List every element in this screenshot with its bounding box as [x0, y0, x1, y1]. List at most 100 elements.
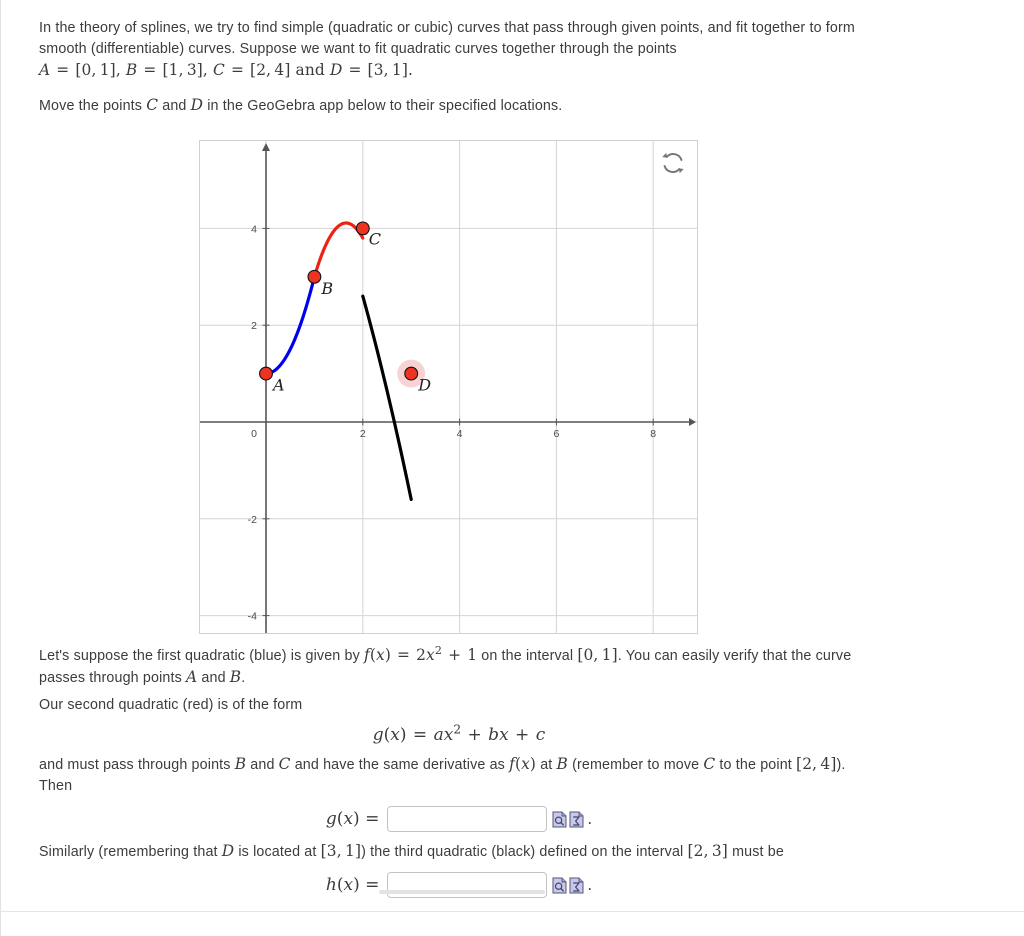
preview-magnifier-icon[interactable]	[552, 811, 567, 828]
draggable-point-B[interactable]	[307, 269, 322, 284]
page-bottom-divider	[1, 911, 1024, 912]
refresh-arrow-head-top	[662, 152, 667, 158]
ref-label-A: A	[186, 668, 198, 686]
x-tick-label: 8	[650, 428, 656, 440]
intro-line-1: In the theory of splines, we try to find…	[39, 20, 748, 36]
ref4-label-D: D	[221, 842, 235, 860]
gx-answer-row: g(x) = .	[39, 806, 879, 832]
explanation-paragraph-1: Let's suppose the first quadratic (blue)…	[39, 645, 879, 689]
hx-answer-input[interactable]	[387, 872, 548, 898]
ref-label-B: B	[229, 668, 242, 686]
x-tick-label: 0	[251, 428, 257, 440]
preview-magnifier-icon[interactable]	[552, 877, 567, 894]
p4-part-d: must be	[727, 844, 784, 860]
p1-part-a: Let's suppose the first quadratic (blue)…	[39, 648, 365, 664]
p3-part-e: (remember to move	[567, 757, 704, 773]
p4-part-a: Similarly (remembering that	[39, 844, 222, 860]
explanation-content: Let's suppose the first quadratic (blue)…	[39, 645, 879, 898]
y-tick-label: 4	[251, 223, 257, 235]
explanation-paragraph-4: Similarly (remembering that D is located…	[39, 841, 879, 863]
gx-answer-tools	[552, 811, 584, 828]
var-x2: x	[426, 646, 435, 664]
refresh-icon[interactable]	[659, 149, 687, 177]
ref2-label-B: B	[234, 755, 247, 773]
p4-part-c: ) the third quadratic (black) defined on…	[361, 844, 688, 860]
sigma-math-editor-icon[interactable]	[569, 811, 584, 828]
point-label-B: B	[320, 279, 333, 298]
instruction-prefix: Move the points	[39, 98, 147, 114]
hx-answer-label: h(x) =	[325, 875, 380, 895]
p3-part-a: and must pass through points	[39, 757, 235, 773]
instruction-suffix: in the GeoGebra app below to their speci…	[203, 98, 563, 114]
refresh-arrow-head-bottom	[679, 168, 684, 174]
point-31: [3, 1]	[320, 842, 362, 860]
p1-part-f: .	[241, 670, 246, 686]
p3-part-b: and	[246, 757, 279, 773]
instruction-mid: and	[158, 98, 191, 114]
p3-part-f: to the	[715, 757, 757, 773]
var-x4: x	[443, 725, 454, 745]
label-A: A	[39, 61, 51, 79]
y-tick-label: -4	[248, 611, 257, 623]
exercise-content: In the theory of splines, we try to find…	[39, 18, 879, 117]
gx-answer-label: g(x) =	[325, 809, 380, 829]
var-x: x	[376, 646, 385, 664]
geogebra-applet[interactable]: 0 2 4 6 8 -4 -2 2 4 A B C D	[199, 140, 698, 634]
point-label-A: A	[271, 376, 285, 395]
y-tick-label: -2	[248, 514, 257, 526]
intro-paragraph: In the theory of splines, we try to find…	[39, 18, 879, 82]
draggable-point-C[interactable]	[355, 221, 370, 236]
gx-answer-input[interactable]	[387, 806, 548, 832]
hx-answer-row: h(x) = .	[39, 872, 879, 898]
explanation-paragraph-3: and must pass through points B and C and…	[39, 754, 879, 797]
point-label-C: C	[369, 229, 381, 248]
ref-fx: f(x)	[509, 755, 537, 773]
hx-trailing-punct: .	[587, 876, 593, 894]
fn-h: h	[325, 875, 337, 895]
instruction-label-D: D	[190, 96, 204, 114]
p3-part-d: at	[536, 757, 557, 773]
point-label-D: D	[417, 376, 431, 395]
var-x8: x	[343, 875, 354, 895]
coeff-a: a	[433, 725, 444, 745]
p1-part-c: . You can easily verify that	[617, 648, 788, 664]
ref3-label-C: C	[703, 755, 716, 773]
intro-points-math: A = [0, 1], B = [1, 3], C = [2, 4] and D…	[39, 61, 414, 79]
var-x3: x	[390, 725, 400, 745]
scroll-indicator[interactable]	[379, 890, 545, 894]
sigma-math-editor-icon[interactable]	[569, 877, 584, 894]
p3-part-c: and have the same derivative as	[290, 757, 510, 773]
coeff-c: c	[535, 725, 546, 745]
var-x5: x	[499, 725, 509, 745]
gx-trailing-punct: .	[587, 810, 593, 828]
var-x6: x	[521, 755, 530, 773]
y-tick-label: 2	[251, 320, 257, 332]
geogebra-canvas[interactable]: 0 2 4 6 8 -4 -2 2 4 A B C D	[200, 141, 697, 633]
var-x7: x	[343, 809, 354, 829]
fn-g: g	[372, 725, 384, 745]
instruction-label-C: C	[146, 96, 159, 114]
label-C: C	[213, 61, 225, 79]
draggable-point-D[interactable]	[404, 366, 419, 381]
p1-part-e: and	[197, 670, 230, 686]
fn-g2: g	[325, 809, 337, 829]
point-24: [2, 4]	[796, 755, 837, 773]
interval-23: [2, 3]	[687, 842, 728, 860]
interval-01: [0, 1]	[577, 646, 618, 664]
p1-part-b: on the interval	[477, 648, 578, 664]
fx-definition: f(x) = 2x2 + 1	[364, 643, 478, 664]
x-tick-label: 6	[553, 428, 559, 440]
label-D: D	[329, 61, 343, 79]
instruction-paragraph: Move the points C and D in the GeoGebra …	[39, 95, 879, 117]
gx-general-form: g(x) = ax2 + bx + c	[372, 722, 546, 745]
draggable-point-A[interactable]	[259, 366, 273, 381]
p3-part-g: point	[760, 757, 797, 773]
label-B: B	[125, 61, 138, 79]
ref3-label-B: B	[556, 755, 568, 773]
page-root: In the theory of splines, we try to find…	[0, 0, 1024, 936]
coeff-b: b	[488, 725, 500, 745]
explanation-paragraph-2: Our second quadratic (red) is of the for…	[39, 697, 303, 713]
x-tick-label: 2	[360, 428, 366, 440]
p4-part-b: is located at	[234, 844, 321, 860]
gx-form-display: g(x) = ax2 + bx + c	[39, 722, 879, 745]
